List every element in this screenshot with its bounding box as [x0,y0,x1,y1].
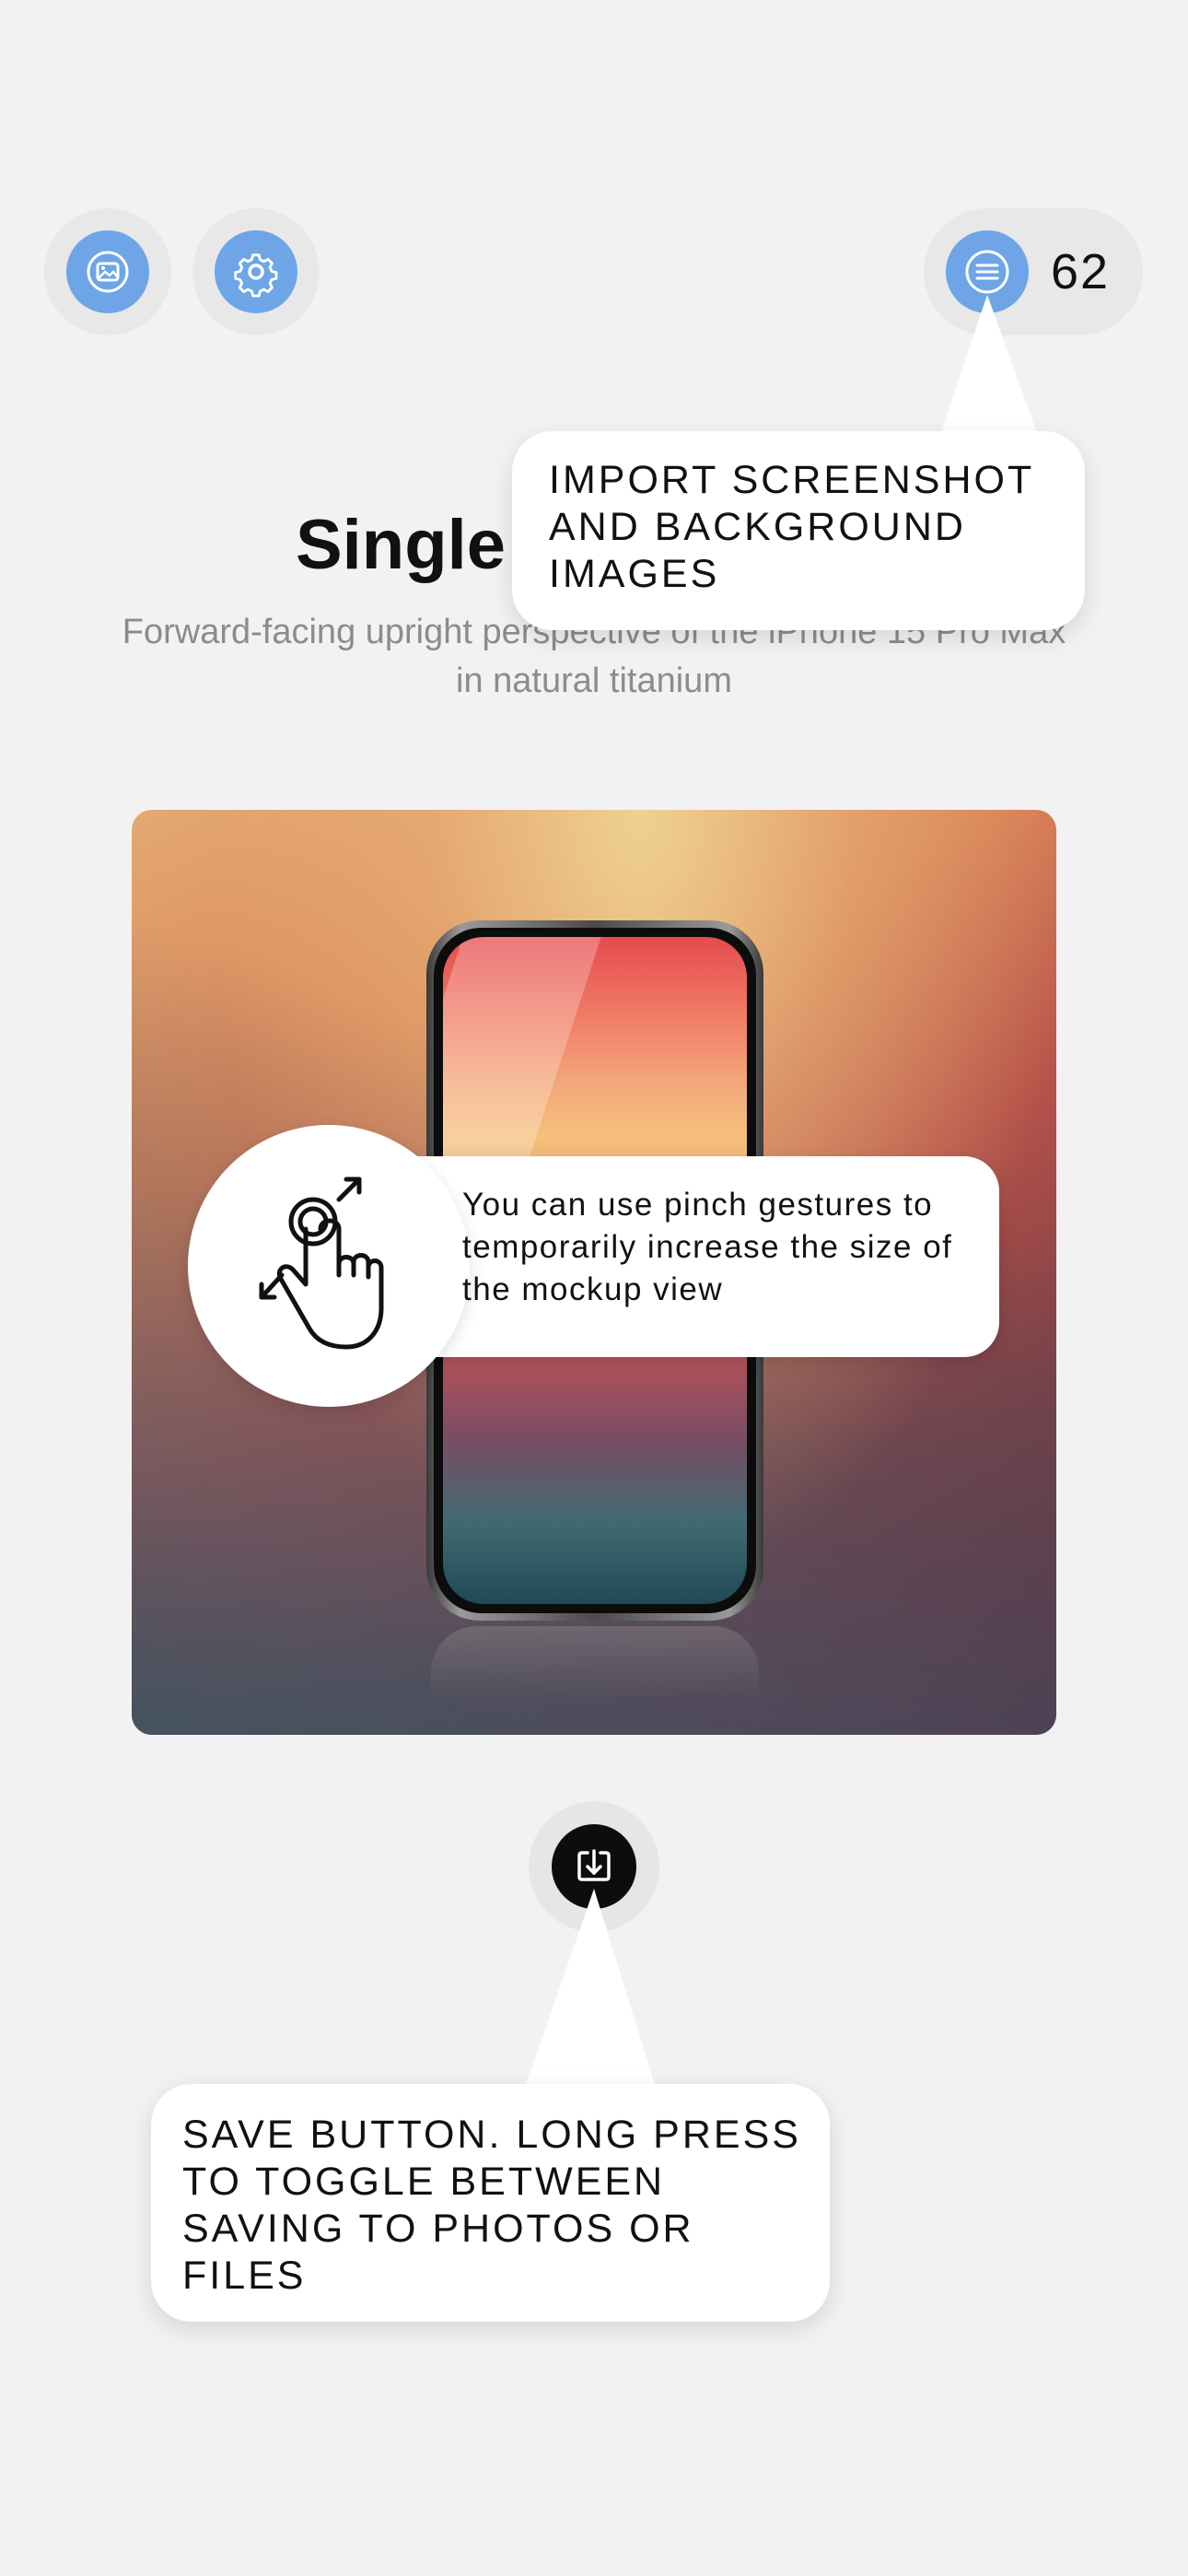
phone-reflection [431,1626,759,1700]
pinch-gesture-icon [188,1125,470,1407]
pinch-tip-text: You can use pinch gestures to temporaril… [462,1187,953,1307]
import-callout-text: IMPORT SCREENSHOT AND BACKGROUND IMAGES [549,458,1034,596]
save-callout-pointer [525,1889,656,2088]
save-callout-text: SAVE BUTTON. LONG PRESS TO TOGGLE BETWEE… [182,2113,801,2298]
